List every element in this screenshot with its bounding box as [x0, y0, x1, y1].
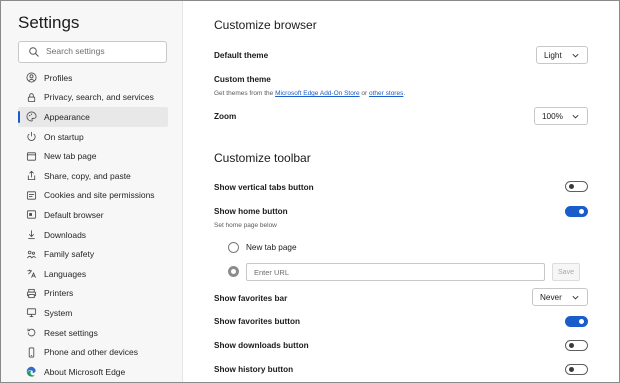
custom-theme-description: Get themes from the Microsoft Edge Add-O…	[214, 90, 405, 97]
toggle-knob	[569, 343, 574, 348]
lock-icon	[27, 93, 36, 102]
custom-theme-suffix: .	[403, 90, 406, 97]
toggle-knob	[569, 367, 574, 372]
sidebar-item-default-browser[interactable]: Default browser	[18, 205, 168, 225]
favorites-button-label: Show favorites button	[214, 317, 300, 326]
history-button-label: Show history button	[214, 365, 294, 374]
sidebar-item-label: New tab page	[44, 151, 97, 162]
favorites-bar-dropdown[interactable]: Never	[532, 288, 588, 306]
sidebar-item-label: On startup	[44, 131, 84, 142]
sidebar-item-system[interactable]: System	[18, 303, 168, 323]
search-placeholder: Search settings	[46, 46, 105, 56]
sidebar-item-label: Privacy, search, and services	[44, 92, 154, 103]
search-icon	[29, 47, 39, 57]
printer-icon	[26, 288, 37, 298]
palette-icon	[26, 111, 37, 122]
toggle-knob	[569, 184, 574, 189]
home-button-label: Show home button	[214, 207, 288, 216]
custom-theme-prefix: Get themes from the	[214, 90, 276, 97]
power-icon	[27, 131, 36, 142]
custom-theme-label: Custom theme	[214, 75, 271, 84]
sidebar-item-languages[interactable]: Languages	[18, 264, 168, 284]
other-stores-link[interactable]: other stores	[369, 90, 403, 97]
home-url-input[interactable]: Enter URL	[246, 263, 545, 281]
default-theme-label: Default theme	[214, 51, 269, 60]
sidebar-item-profiles[interactable]: Profiles	[18, 68, 168, 88]
zoom-value: 100%	[542, 111, 563, 121]
default-theme-value: Light	[544, 50, 562, 60]
sidebar-item-label: Default browser	[44, 209, 104, 220]
history-button-toggle[interactable]	[565, 364, 588, 375]
addon-store-link[interactable]: Microsoft Edge Add-On Store	[275, 90, 360, 97]
edge-logo-icon	[26, 366, 36, 377]
browser-icon	[26, 210, 37, 220]
toggle-knob	[579, 209, 584, 214]
download-icon	[28, 230, 35, 240]
customize-toolbar-heading: Customize toolbar	[214, 151, 311, 165]
sidebar-item-privacy[interactable]: Privacy, search, and services	[18, 88, 168, 108]
new-tab-icon	[26, 152, 37, 161]
chevron-down-icon	[572, 114, 579, 118]
new-tab-page-radio[interactable]	[228, 242, 239, 253]
sidebar-item-phone-devices[interactable]: Phone and other devices	[18, 342, 168, 362]
sidebar-item-label: Profiles	[44, 72, 73, 83]
zoom-label: Zoom	[214, 112, 237, 121]
settings-window: Settings Search settings Profiles Privac…	[0, 0, 620, 383]
vertical-tabs-toggle[interactable]	[565, 181, 588, 192]
sidebar-item-label: System	[44, 307, 73, 318]
sidebar-item-appearance[interactable]: Appearance	[18, 107, 168, 127]
phone-icon	[28, 347, 35, 358]
sidebar-item-label: Printers	[44, 288, 74, 299]
profile-icon	[26, 72, 37, 83]
sidebar-nav: Profiles Privacy, search, and services A…	[18, 68, 168, 382]
url-placeholder: Enter URL	[254, 268, 290, 277]
cookies-icon	[26, 191, 37, 200]
sidebar-item-label: Family safety	[44, 249, 95, 260]
custom-url-radio[interactable]	[228, 266, 239, 277]
sidebar-item-downloads[interactable]: Downloads	[18, 225, 168, 245]
sidebar-item-about[interactable]: About Microsoft Edge	[18, 362, 168, 382]
sidebar-item-label: Appearance	[44, 111, 90, 122]
family-icon	[27, 250, 36, 259]
favorites-button-toggle[interactable]	[565, 316, 588, 327]
new-tab-page-option-label: New tab page	[246, 243, 297, 252]
sidebar-item-printers[interactable]: Printers	[18, 284, 168, 304]
sidebar-item-family-safety[interactable]: Family safety	[18, 244, 168, 264]
toggle-knob	[579, 319, 584, 324]
languages-icon	[27, 269, 36, 279]
share-icon	[27, 171, 36, 181]
favorites-bar-value: Never	[540, 292, 562, 302]
sidebar-item-on-startup[interactable]: On startup	[18, 127, 168, 147]
chevron-down-icon	[572, 295, 579, 299]
sidebar-item-share[interactable]: Share, copy, and paste	[18, 166, 168, 186]
reset-icon	[27, 328, 36, 337]
sidebar-item-label: About Microsoft Edge	[44, 366, 126, 377]
sidebar-item-label: Languages	[44, 268, 87, 279]
sidebar-item-new-tab-page[interactable]: New tab page	[18, 146, 168, 166]
home-button-toggle[interactable]	[565, 206, 588, 217]
sidebar-item-cookies[interactable]: Cookies and site permissions	[18, 186, 168, 206]
page-title: Settings	[18, 13, 80, 32]
home-page-description: Set home page below	[214, 222, 277, 229]
sidebar-item-reset-settings[interactable]: Reset settings	[18, 323, 168, 343]
system-icon	[26, 308, 37, 318]
sidebar-item-label: Phone and other devices	[44, 347, 139, 358]
downloads-button-toggle[interactable]	[565, 340, 588, 351]
favorites-bar-label: Show favorites bar	[214, 294, 288, 303]
zoom-dropdown[interactable]: 100%	[534, 107, 588, 125]
sidebar-item-label: Cookies and site permissions	[44, 190, 155, 201]
downloads-button-label: Show downloads button	[214, 341, 309, 350]
default-theme-dropdown[interactable]: Light	[536, 46, 588, 64]
chevron-down-icon	[572, 53, 579, 57]
main-content: Customize browser Default theme Light Cu…	[183, 1, 619, 382]
sidebar-item-label: Share, copy, and paste	[44, 170, 131, 181]
sidebar-item-label: Downloads	[44, 229, 87, 240]
custom-theme-mid: or	[359, 90, 370, 97]
sidebar-item-label: Reset settings	[44, 327, 98, 338]
search-input[interactable]: Search settings	[18, 41, 167, 63]
customize-browser-heading: Customize browser	[214, 18, 317, 32]
vertical-tabs-label: Show vertical tabs button	[214, 183, 314, 192]
save-button[interactable]: Save	[552, 263, 580, 281]
sidebar: Settings Search settings Profiles Privac…	[1, 1, 183, 382]
